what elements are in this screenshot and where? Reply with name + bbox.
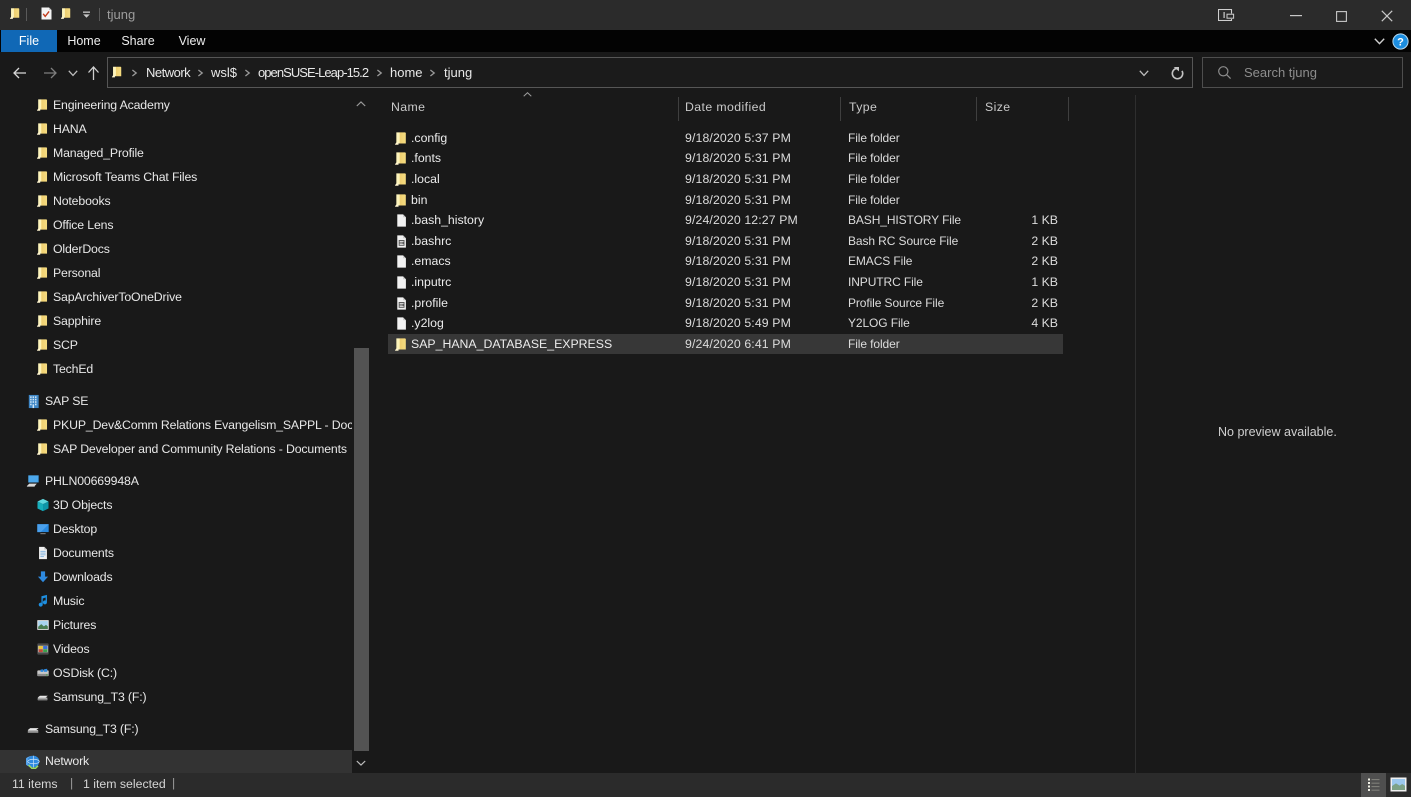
svg-text:?: ? <box>1397 36 1404 48</box>
